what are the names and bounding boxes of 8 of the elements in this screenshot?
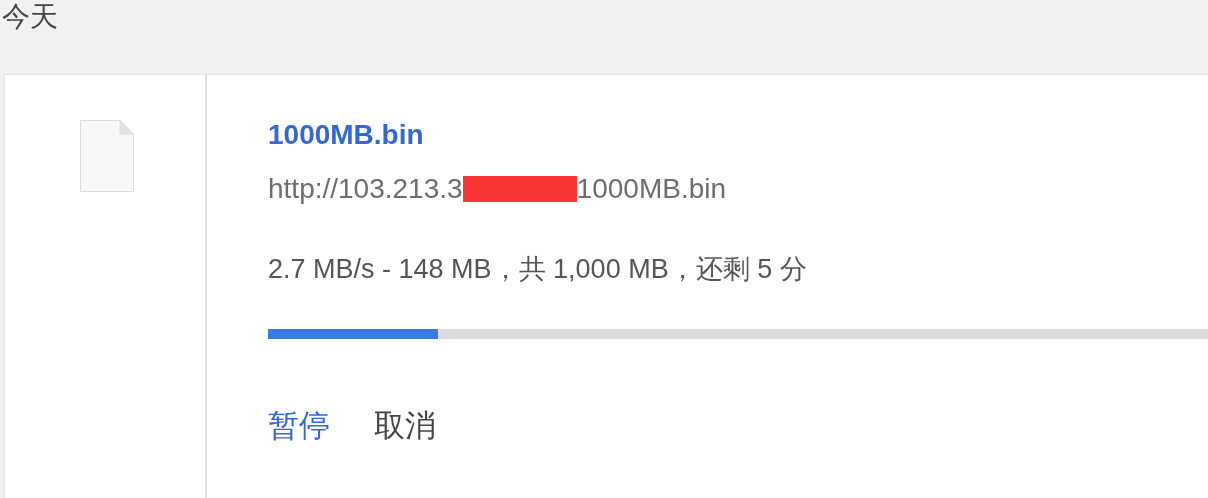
cancel-button[interactable]: 取消 [364,401,446,451]
pause-button[interactable]: 暂停 [258,401,340,451]
download-status: 2.7 MB/s - 148 MB，共 1,000 MB，还剩 5 分 [268,253,808,286]
file-name-link[interactable]: 1000MB.bin [268,117,424,153]
url-text: http://103.213.3 [268,172,463,206]
section-title: 今天 [1,0,59,35]
file-icon [80,120,134,192]
url-text: 1000MB.bin [576,172,727,206]
